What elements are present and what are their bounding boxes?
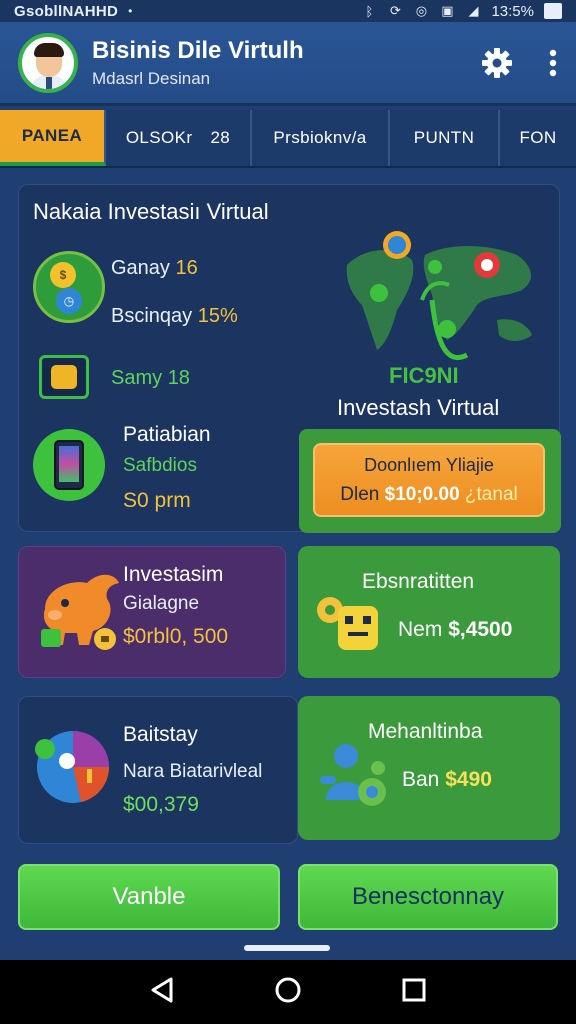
tab-fon[interactable]: FON xyxy=(500,110,576,166)
system-nav-bar xyxy=(0,960,576,1024)
bait-title: Baitstay xyxy=(123,723,198,746)
badge-inner xyxy=(51,365,77,389)
avatar-hair xyxy=(34,42,64,57)
cta-total: ¿tanal xyxy=(464,484,518,505)
coin-icon: $ xyxy=(50,262,76,288)
status-bar: GsobllNAHHD • ᛒ ⟳ ◎ ▣ ◢ 13:5% xyxy=(0,0,576,22)
map-caption: Investash Virtual xyxy=(337,395,500,420)
sync-icon: ⟳ xyxy=(390,3,401,18)
stat-label: Samy xyxy=(111,367,163,389)
badge-icon xyxy=(39,355,89,399)
stat-value: 15% xyxy=(197,305,238,327)
tab-panea[interactable]: PANEA xyxy=(0,110,106,166)
pay-subtitle: Safbdios xyxy=(123,455,197,476)
app-header: Bisinis Dile Virtulh Mdasrl Desinan xyxy=(0,22,576,106)
stat-label: Bscinqay xyxy=(111,305,193,327)
tab-olsokr[interactable]: OLSOKr 28 xyxy=(106,110,252,166)
tab-bar: PANEA OLSOKr 28 Prsbioknv/a PUNTN FON xyxy=(0,110,576,168)
tab-count: 28 xyxy=(210,128,231,147)
ekspan-card[interactable]: Ebsnratitten Nem $,4500 xyxy=(298,546,560,678)
tab-label: Prsbioknv/a xyxy=(273,128,367,147)
pay-value: S0 prm xyxy=(123,489,191,512)
mech-value-line: Ban $490 xyxy=(402,768,492,792)
mech-label: Ban xyxy=(402,768,440,791)
cta-amount: $10;0.00 xyxy=(384,484,460,505)
tab-label: PANEA xyxy=(21,126,83,145)
stat-row-3: Samy 18 xyxy=(111,367,190,390)
phone-body xyxy=(54,440,84,490)
hero-title: Nakaia Investasiı Virtual xyxy=(33,199,269,224)
person-gears-icon xyxy=(320,744,386,806)
stat-label: Ganay xyxy=(111,257,170,279)
tab-prsbioknva[interactable]: Prsbioknv/a xyxy=(252,110,390,166)
app-subtitle: Mdasrl Desinan xyxy=(92,68,211,88)
invest-subtitle: Gialagne xyxy=(123,593,200,614)
invest-title: Investasim xyxy=(123,563,224,586)
tab-label: FON xyxy=(519,128,557,147)
alarm-icon: ◎ xyxy=(415,3,428,18)
tab-label: PUNTN xyxy=(413,128,475,147)
pay-title: Patiabian xyxy=(123,423,211,446)
ekspan-label: Nem xyxy=(398,618,443,641)
bait-card[interactable]: Baitstay Nara Biatarivleal $00,379 xyxy=(18,696,298,844)
ekspan-title: Ebsnratitten xyxy=(362,570,475,593)
download-cta-button[interactable]: Doonlıem Yliajie Dlen $10;0.00 ¿tanal xyxy=(313,443,545,517)
notification-dot-icon: • xyxy=(128,4,133,18)
carrier-label: GsobllNAHHD xyxy=(14,2,119,20)
coins-icon: $ ◷ xyxy=(33,251,105,323)
cta-amount-line: Dlen $10;0.00 ¿tanal xyxy=(315,484,543,506)
back-icon[interactable] xyxy=(149,976,175,1009)
phone-icon xyxy=(33,429,105,501)
invest-card[interactable]: Investasim Gialagne $0rbl0, 500 xyxy=(18,546,286,678)
mech-card[interactable]: Mehanltinba Ban $490 xyxy=(298,696,560,840)
cta-panel: Doonlıem Yliajie Dlen $10;0.00 ¿tanal xyxy=(299,429,561,533)
mech-value: $490 xyxy=(445,768,492,791)
piggy-bank-icon xyxy=(41,574,120,650)
more-vert-icon[interactable] xyxy=(548,48,558,78)
gear-robot-icon xyxy=(317,597,378,650)
signal-icon: ◢ xyxy=(468,3,479,18)
ekspan-value: $,4500 xyxy=(448,618,513,641)
tab-puntn[interactable]: PUNTN xyxy=(390,110,500,166)
clock-coin-icon: ◷ xyxy=(56,288,82,314)
avatar[interactable] xyxy=(18,32,78,93)
sim-icon: ▣ xyxy=(441,3,454,18)
bait-value: $00,379 xyxy=(123,793,199,816)
status-icons: ᛒ ⟳ ◎ ▣ ◢ 13:5% xyxy=(361,3,562,20)
recents-icon[interactable] xyxy=(401,977,427,1008)
ekspan-value-line: Nem $,4500 xyxy=(398,618,512,642)
avatar-tie xyxy=(46,76,52,89)
header-text: Bisinis Dile Virtulh Mdasrl Desinan xyxy=(92,37,304,89)
pie-chart-icon xyxy=(35,731,109,803)
battery-text: 13:5% xyxy=(491,2,534,20)
hero-card: Nakaia Investasiı Virtual $ ◷ Ganay 16 B… xyxy=(18,184,561,533)
map-label: FIC9NI xyxy=(389,363,459,388)
tab-label: OLSOKr xyxy=(125,128,193,147)
stat-row-2: Bscinqay 15% xyxy=(111,305,238,328)
cta-prefix: Dlen xyxy=(340,484,380,505)
world-map-icon xyxy=(346,231,532,360)
stat-row-1: Ganay 16 xyxy=(111,257,198,280)
stat-value: 18 xyxy=(167,367,190,389)
cta-title: Doonlıem Yliajie xyxy=(364,455,494,475)
invest-value: $0rbl0, 500 xyxy=(123,625,229,648)
benesctonnay-button[interactable]: Benesctonnay xyxy=(298,864,558,930)
gear-icon[interactable] xyxy=(480,46,514,80)
bluetooth-icon: ᛒ xyxy=(365,3,374,19)
header-actions xyxy=(480,46,558,80)
battery-icon xyxy=(544,3,562,19)
home-indicator[interactable] xyxy=(244,945,330,951)
app-title: Bisinis Dile Virtulh xyxy=(92,36,304,64)
bait-subtitle: Nara Biatarivleal xyxy=(123,761,263,782)
stat-value: 16 xyxy=(175,257,198,279)
home-icon[interactable] xyxy=(274,976,302,1009)
vanble-button[interactable]: Vanble xyxy=(18,864,280,930)
